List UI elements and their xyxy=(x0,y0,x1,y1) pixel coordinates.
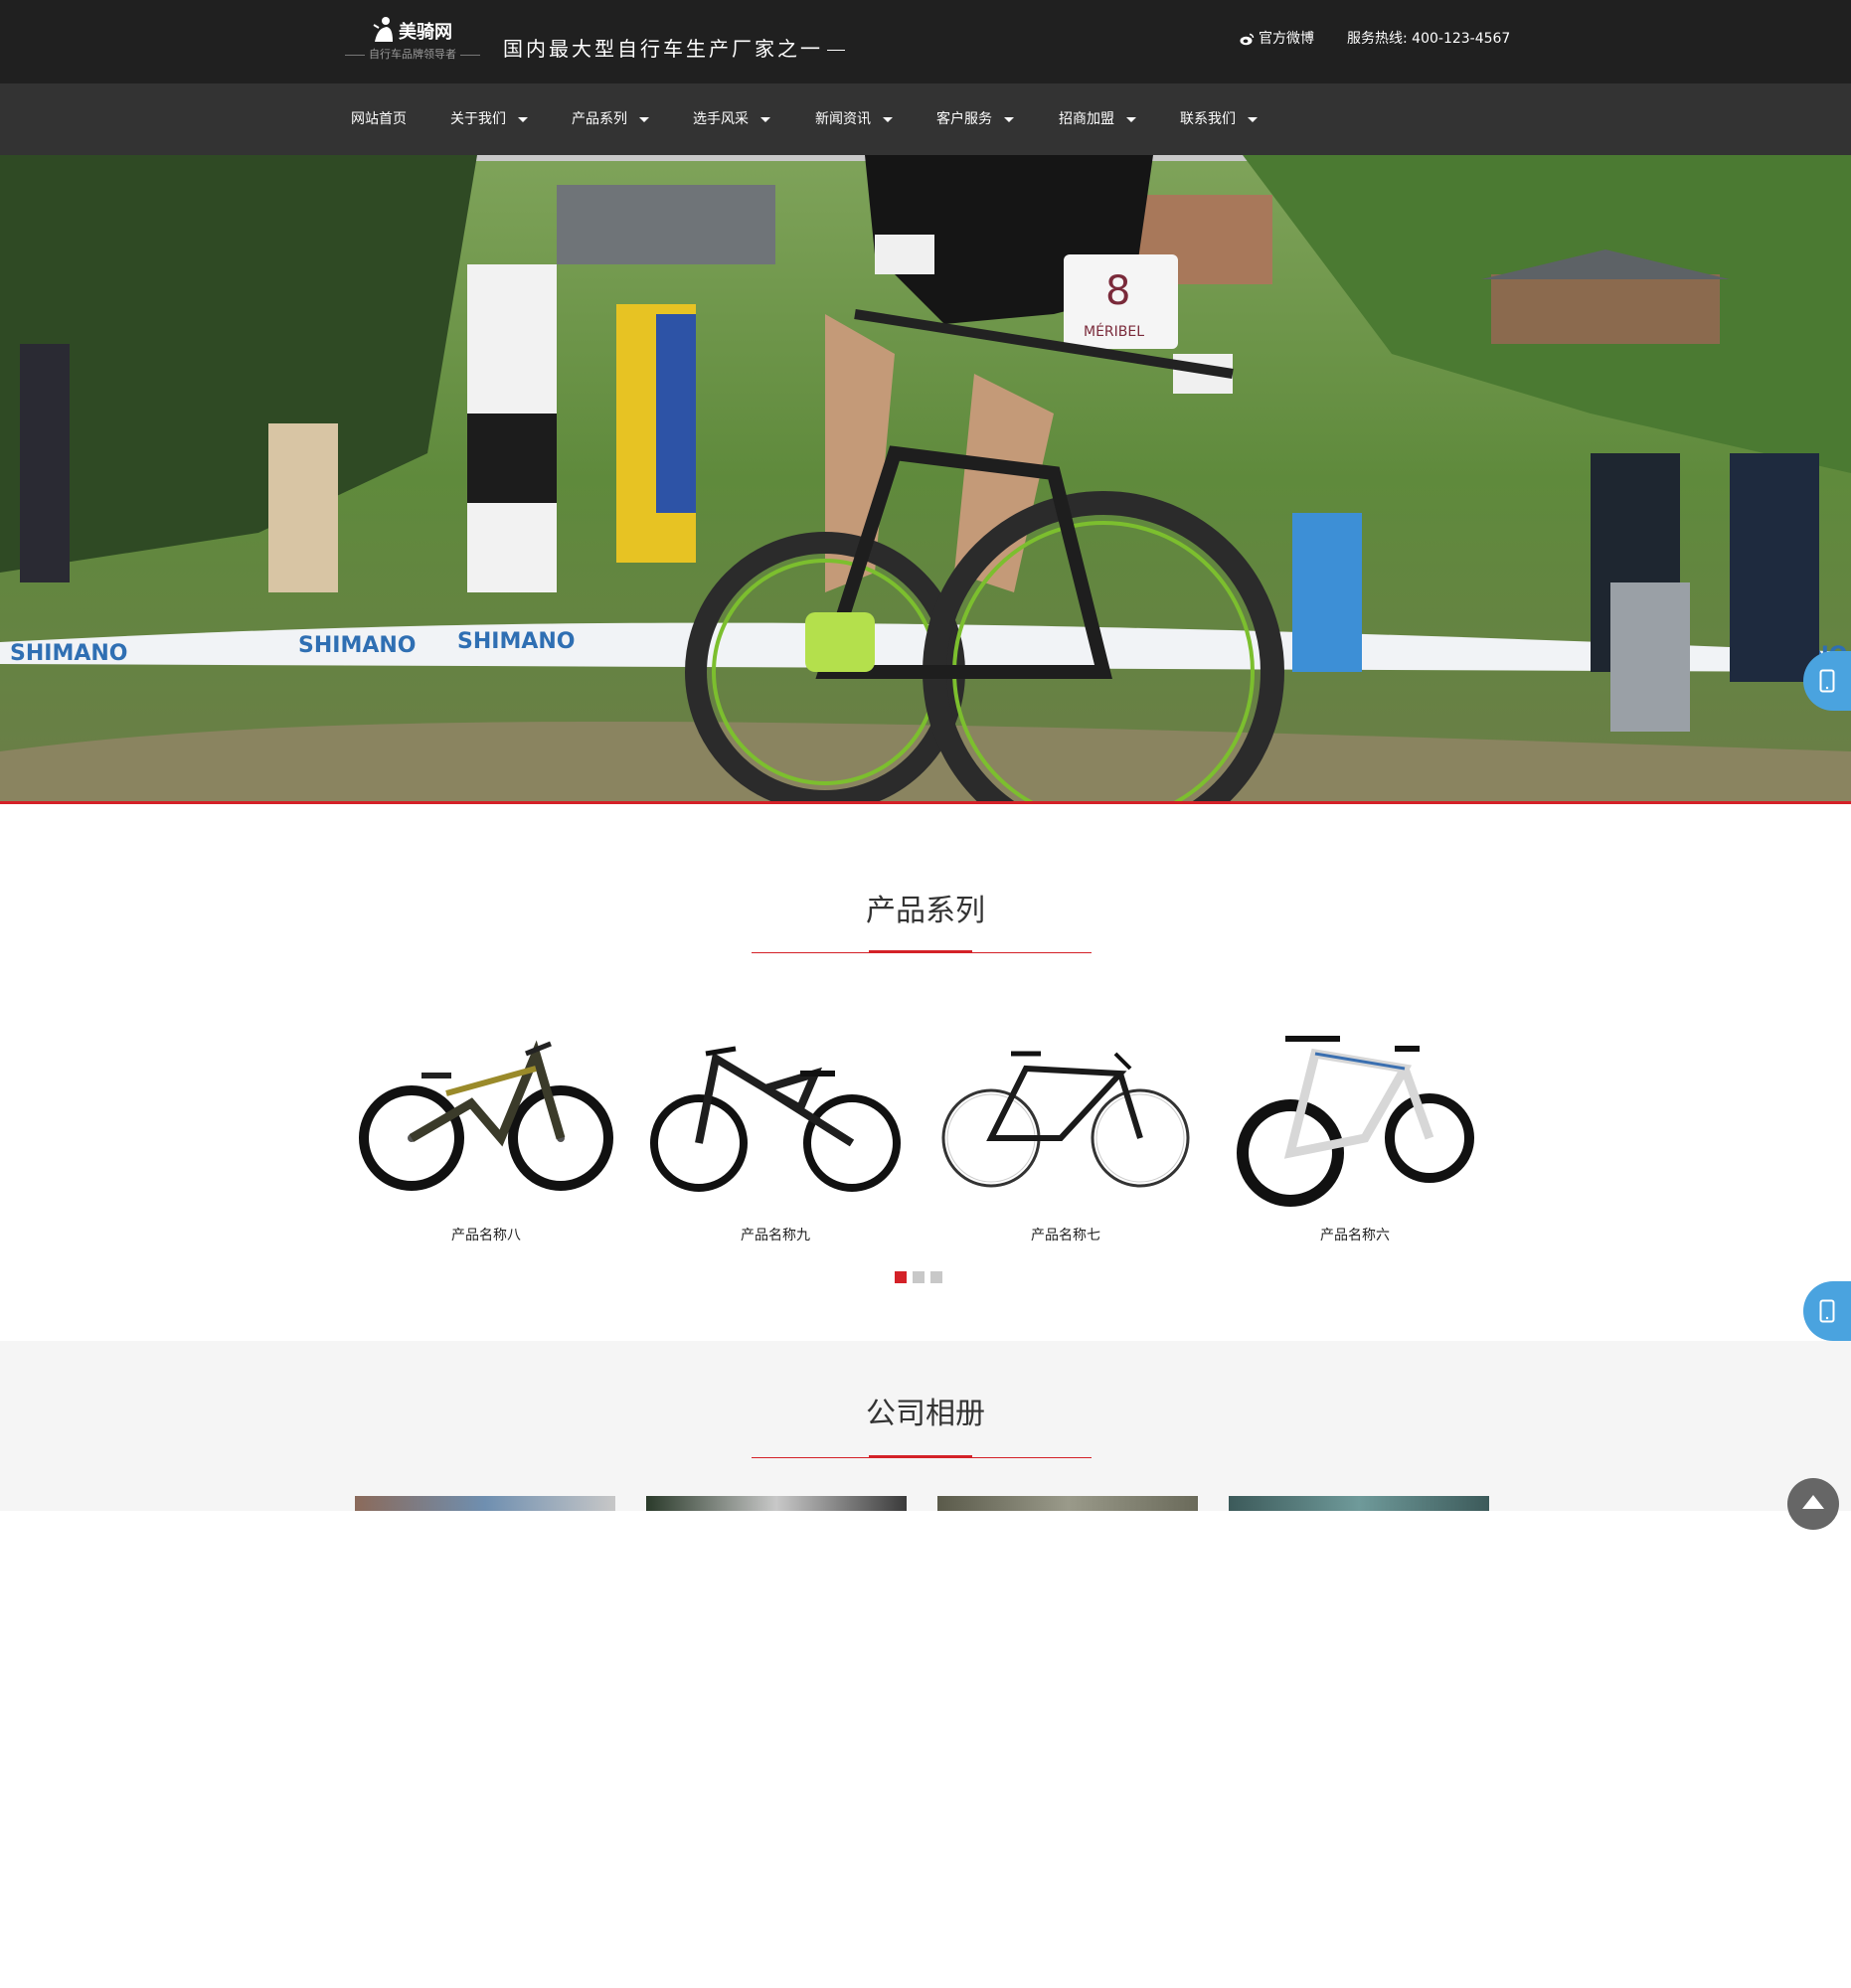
mobile-phone-icon xyxy=(1819,669,1835,693)
nav-item-label: 客户服务 xyxy=(936,111,992,127)
float-mobile-button[interactable] xyxy=(1803,1281,1851,1341)
bike-image xyxy=(359,1040,613,1191)
nav-item-label: 关于我们 xyxy=(450,111,506,127)
product-name: 产品名称七 xyxy=(1031,1228,1100,1243)
brand-name: 美骑网 xyxy=(399,22,452,43)
nav-item-news[interactable]: 新闻资讯 xyxy=(815,83,893,155)
carousel-dot-1[interactable] xyxy=(895,1271,907,1283)
bib-text: MÉRIBEL xyxy=(1084,323,1144,340)
main-nav: 网站首页 关于我们 产品系列 选手风采 新闻资讯 客户服务 招商加盟 联系我们 xyxy=(0,83,1851,155)
hero-banner[interactable]: SHIMANO SHIMANO SHIMANO SHIMANO 8 MÉRIBE… xyxy=(0,155,1851,801)
nav-item-label: 产品系列 xyxy=(572,111,627,127)
caret-down-icon xyxy=(639,116,649,122)
nav-item-label: 网站首页 xyxy=(351,111,407,127)
nav-item-contact[interactable]: 联系我们 xyxy=(1180,83,1258,155)
caret-down-icon xyxy=(883,116,893,122)
bike-image xyxy=(1237,1036,1474,1207)
top-header: 美骑网 自行车品牌领导者 国内最大型自行车生产厂家之一 官方微博 服务热线: 4… xyxy=(0,0,1851,83)
header-slogan: 国内最大型自行车生产厂家之一 xyxy=(503,33,845,62)
nav-item-label: 招商加盟 xyxy=(1059,111,1114,127)
banner-text: SHIMANO xyxy=(457,629,575,654)
nav-item-products[interactable]: 产品系列 xyxy=(572,83,649,155)
nav-item-label: 新闻资讯 xyxy=(815,111,871,127)
product-card[interactable]: 产品名称八 xyxy=(352,1014,620,1243)
page: 美骑网 自行车品牌领导者 国内最大型自行车生产厂家之一 官方微博 服务热线: 4… xyxy=(0,0,1851,1530)
gallery-section-title: 公司相册 xyxy=(866,1397,985,1431)
brand-tagline: 自行车品牌领导者 xyxy=(341,46,484,62)
hero-bottom-border xyxy=(0,801,1851,804)
rider-logo-icon xyxy=(373,17,393,42)
caret-down-icon xyxy=(760,116,770,122)
nav-item-franchise[interactable]: 招商加盟 xyxy=(1059,83,1136,155)
product-card[interactable]: 产品名称六 xyxy=(1221,1014,1489,1243)
products-section-title: 产品系列 xyxy=(866,894,985,928)
back-to-top-button[interactable] xyxy=(1787,1478,1839,1530)
title-underline-accent xyxy=(869,950,972,953)
gallery-photo[interactable] xyxy=(937,1496,1198,1511)
caret-down-icon xyxy=(1126,116,1136,122)
banner-text: SHIMANO xyxy=(298,633,416,658)
nav-item-label: 选手风采 xyxy=(693,111,749,127)
arrow-up-icon xyxy=(1802,1495,1824,1509)
carousel-dot-3[interactable] xyxy=(930,1271,942,1283)
bike-image xyxy=(941,1051,1190,1188)
product-name: 产品名称六 xyxy=(1320,1228,1390,1243)
caret-down-icon xyxy=(1248,116,1258,122)
nav-item-riders[interactable]: 选手风采 xyxy=(693,83,770,155)
site-logo[interactable]: 美骑网 自行车品牌领导者 xyxy=(341,14,490,64)
caret-down-icon xyxy=(518,116,528,122)
mobile-phone-icon xyxy=(1819,1299,1835,1323)
service-hotline: 服务热线: 400-123-4567 xyxy=(1347,31,1511,47)
nav-item-label: 联系我们 xyxy=(1180,111,1236,127)
nav-item-service[interactable]: 客户服务 xyxy=(936,83,1014,155)
product-name: 产品名称八 xyxy=(451,1228,521,1243)
bib-number: 8 xyxy=(1105,268,1130,314)
product-card[interactable]: 产品名称九 xyxy=(641,1014,910,1243)
weibo-link[interactable]: 官方微博 xyxy=(1240,28,1314,48)
nav-item-home[interactable]: 网站首页 xyxy=(351,83,407,155)
nav-item-about[interactable]: 关于我们 xyxy=(450,83,528,155)
weibo-label: 官方微博 xyxy=(1259,31,1314,47)
hero-photo: SHIMANO SHIMANO SHIMANO SHIMANO 8 MÉRIBE… xyxy=(0,155,1851,801)
gallery-photo[interactable] xyxy=(1229,1496,1489,1511)
banner-text: SHIMANO xyxy=(10,641,127,666)
gallery-photo[interactable] xyxy=(646,1496,907,1511)
caret-down-icon xyxy=(1004,116,1014,122)
bike-image xyxy=(650,1046,901,1192)
slogan-dash xyxy=(827,50,845,51)
product-card[interactable]: 产品名称七 xyxy=(931,1014,1200,1243)
slogan-text: 国内最大型自行车生产厂家之一 xyxy=(503,37,823,61)
product-name: 产品名称九 xyxy=(741,1228,810,1243)
carousel-dot-2[interactable] xyxy=(913,1271,925,1283)
weibo-icon xyxy=(1240,33,1255,46)
title-underline-accent xyxy=(869,1455,972,1458)
gallery-photo[interactable] xyxy=(355,1496,615,1511)
